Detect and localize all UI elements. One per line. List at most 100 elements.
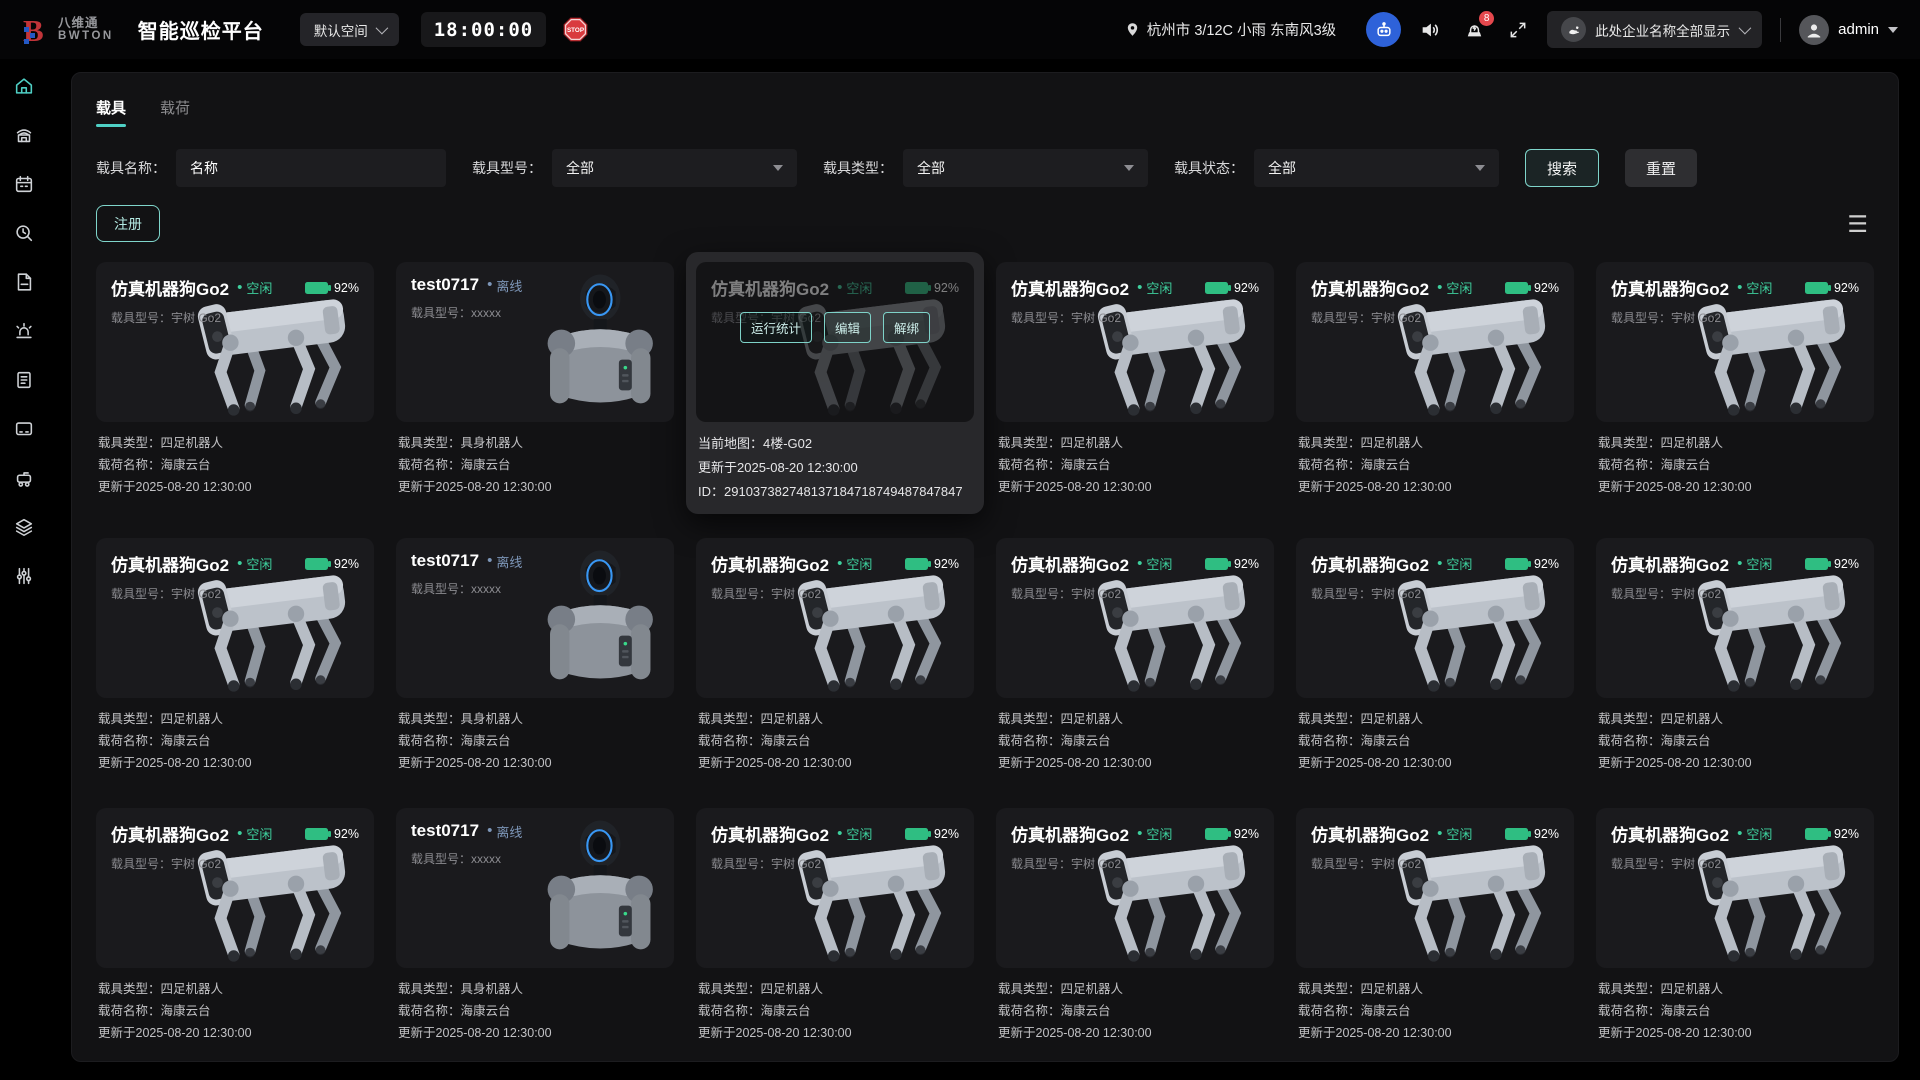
card-title: 仿真机器狗Go2 [1011,551,1129,576]
register-button[interactable]: 注册 [96,205,160,242]
document-icon [13,271,35,293]
vehicle-card[interactable]: 仿真机器狗Go2 • 空闲 92% 载具型号：宇树 Go2 运行统计编辑解绑 [686,252,984,514]
card-meta: 载具类型：四足机器人载荷名称：海康云台更新于2025-08-20 12:30:0… [96,978,374,1044]
card-meta-line: 载具类型：四足机器人 [1298,978,1572,1000]
sidebar-item-alarm-light[interactable] [13,320,35,342]
tab-vehicles[interactable]: 载具 [96,97,126,127]
battery-icon [1205,282,1228,294]
card-meta-line: 载具类型：四足机器人 [1598,978,1872,1000]
status-badge: • 空闲 [1737,824,1772,843]
card-meta-line: 载具类型：四足机器人 [998,708,1272,730]
card-meta: 载具类型：四足机器人载荷名称：海康云台更新于2025-08-20 12:30:0… [1596,432,1874,498]
enterprise-selector[interactable]: 此处企业名称全部显示 [1547,11,1762,48]
vehicle-card[interactable]: 仿真机器狗Go2 • 空闲 92% 载具型号：宇树 Go2 [1586,798,1884,1054]
vehicle-status-value: 全部 [1268,158,1296,178]
sidebar-item-report[interactable] [13,369,35,391]
vehicle-card[interactable]: 仿真机器狗Go2 • 空闲 92% 载具型号：宇树 Go2 [1286,252,1584,514]
battery-percent: 92% [334,827,359,841]
vehicle-card[interactable]: 仿真机器狗Go2 • 空闲 92% 载具型号：宇树 Go2 [86,252,384,514]
card-meta-line: 更新于2025-08-20 12:30:00 [398,752,672,774]
robot-vehicle-icon [13,467,35,489]
robot-image [773,560,974,698]
sidebar-item-calendar[interactable] [13,173,35,195]
emergency-stop-button[interactable]: STOP [560,13,590,47]
vehicle-card[interactable]: 仿真机器狗Go2 • 空闲 92% 载具型号：宇树 Go2 [1586,528,1884,784]
card-meta-line: 更新于2025-08-20 12:30:00 [1598,1022,1872,1044]
user-menu[interactable]: admin [1799,15,1898,45]
vehicle-card[interactable]: 仿真机器狗Go2 • 空闲 92% 载具型号：宇树 Go2 [686,528,984,784]
vehicle-card[interactable]: 仿真机器狗Go2 • 空闲 92% 载具型号：宇树 Go2 [1286,528,1584,784]
sidebar-item-station[interactable] [13,124,35,146]
card-meta-line: 载荷名称：海康云台 [1598,1000,1872,1022]
battery-indicator: 92% [305,827,359,841]
sidebar-item-time-search[interactable] [13,222,35,244]
vehicle-card[interactable]: 仿真机器狗Go2 • 空闲 92% 载具型号：宇树 Go2 [686,798,984,1054]
status-badge: • 空闲 [237,554,272,573]
battery-icon [905,282,928,294]
vehicle-card[interactable]: test0717 • 离线 载具型号：xxxxx [386,528,684,784]
vehicle-card-panel: 仿真机器狗Go2 • 空闲 92% 载具型号：宇树 Go2 [1296,262,1574,422]
station-icon [13,124,35,146]
card-title: test0717 [411,821,479,841]
card-meta: 载具类型：四足机器人载荷名称：海康云台更新于2025-08-20 12:30:0… [1296,978,1574,1044]
robot-image [1373,560,1574,698]
card-meta: 当前地图：4楼-G02更新于2025-08-20 12:30:00ID：2910… [696,432,974,504]
card-meta-line: 更新于2025-08-20 12:30:00 [1298,1022,1572,1044]
status-dot-icon: • [1437,283,1442,293]
sound-button[interactable] [1415,13,1445,47]
battery-indicator: 92% [1805,827,1859,841]
vehicle-card-panel: 仿真机器狗Go2 • 空闲 92% 载具型号：宇树 Go2 [1596,262,1874,422]
vehicle-type-value: 全部 [917,158,945,178]
vehicle-name-label: 载具名称： [96,158,166,178]
card-action-button[interactable]: 编辑 [824,312,871,343]
vehicle-card[interactable]: 仿真机器狗Go2 • 空闲 92% 载具型号：宇树 Go2 [986,798,1284,1054]
space-selector[interactable]: 默认空间 [300,13,399,46]
alarm-button[interactable]: 8 [1459,13,1489,47]
card-meta-line: 载具类型：四足机器人 [1598,708,1872,730]
vehicle-card[interactable]: test0717 • 离线 载具型号：xxxxx [386,798,684,1054]
calendar-icon [13,173,35,195]
card-model-line: 载具型号：宇树 Go2 [1011,855,1259,872]
card-model-line: 载具型号：xxxxx [411,304,659,321]
sidebar-item-adjust[interactable] [13,565,35,587]
vehicle-card[interactable]: 仿真机器狗Go2 • 空闲 92% 载具型号：宇树 Go2 [86,798,384,1054]
page-title: 智能巡检平台 [138,15,264,44]
vehicle-name-input[interactable] [176,149,446,187]
vehicle-card[interactable]: 仿真机器狗Go2 • 空闲 92% 载具型号：宇树 Go2 [86,528,384,784]
card-model-line: 载具型号：xxxxx [411,580,659,597]
vehicle-model-select[interactable]: 全部 [552,149,797,187]
sidebar-item-home[interactable] [13,75,35,97]
search-button[interactable]: 搜索 [1525,149,1599,187]
monitor-icon [13,418,35,440]
robot-image [1673,830,1874,968]
vehicle-card[interactable]: 仿真机器狗Go2 • 空闲 92% 载具型号：宇树 Go2 [1586,252,1884,514]
robot-assistant-button[interactable] [1366,12,1401,47]
fullscreen-button[interactable] [1503,13,1533,47]
sidebar-item-document[interactable] [13,271,35,293]
list-view-toggle-icon[interactable]: ☰ [1847,214,1868,234]
battery-icon [305,828,328,840]
vehicle-card[interactable]: 仿真机器狗Go2 • 空闲 92% 载具型号：宇树 Go2 [986,252,1284,514]
svg-text:STOP: STOP [567,27,584,34]
status-dot-icon: • [837,829,842,839]
sidebar-item-monitor[interactable] [13,418,35,440]
card-action-button[interactable]: 解绑 [883,312,930,343]
hand-icon [1567,23,1581,37]
battery-indicator: 92% [905,827,959,841]
card-meta: 载具类型：四足机器人载荷名称：海康云台更新于2025-08-20 12:30:0… [1596,708,1874,774]
space-selector-label: 默认空间 [314,20,368,40]
vehicle-card[interactable]: 仿真机器狗Go2 • 空闲 92% 载具型号：宇树 Go2 [986,528,1284,784]
card-meta-line: 更新于2025-08-20 12:30:00 [98,752,372,774]
robot-image [773,284,974,422]
card-action-button[interactable]: 运行统计 [740,312,812,343]
reset-button[interactable]: 重置 [1625,149,1697,187]
vehicle-card[interactable]: 仿真机器狗Go2 • 空闲 92% 载具型号：宇树 Go2 [1286,798,1584,1054]
vehicle-status-select[interactable]: 全部 [1254,149,1499,187]
status-badge: • 离线 [487,276,522,295]
sidebar-item-layers[interactable] [13,516,35,538]
vehicle-card[interactable]: test0717 • 离线 载具型号：xxxxx [386,252,684,514]
vehicle-type-select[interactable]: 全部 [903,149,1148,187]
tab-payloads[interactable]: 载荷 [160,97,190,127]
battery-icon [1805,282,1828,294]
sidebar-item-robot-vehicle[interactable] [13,467,35,489]
